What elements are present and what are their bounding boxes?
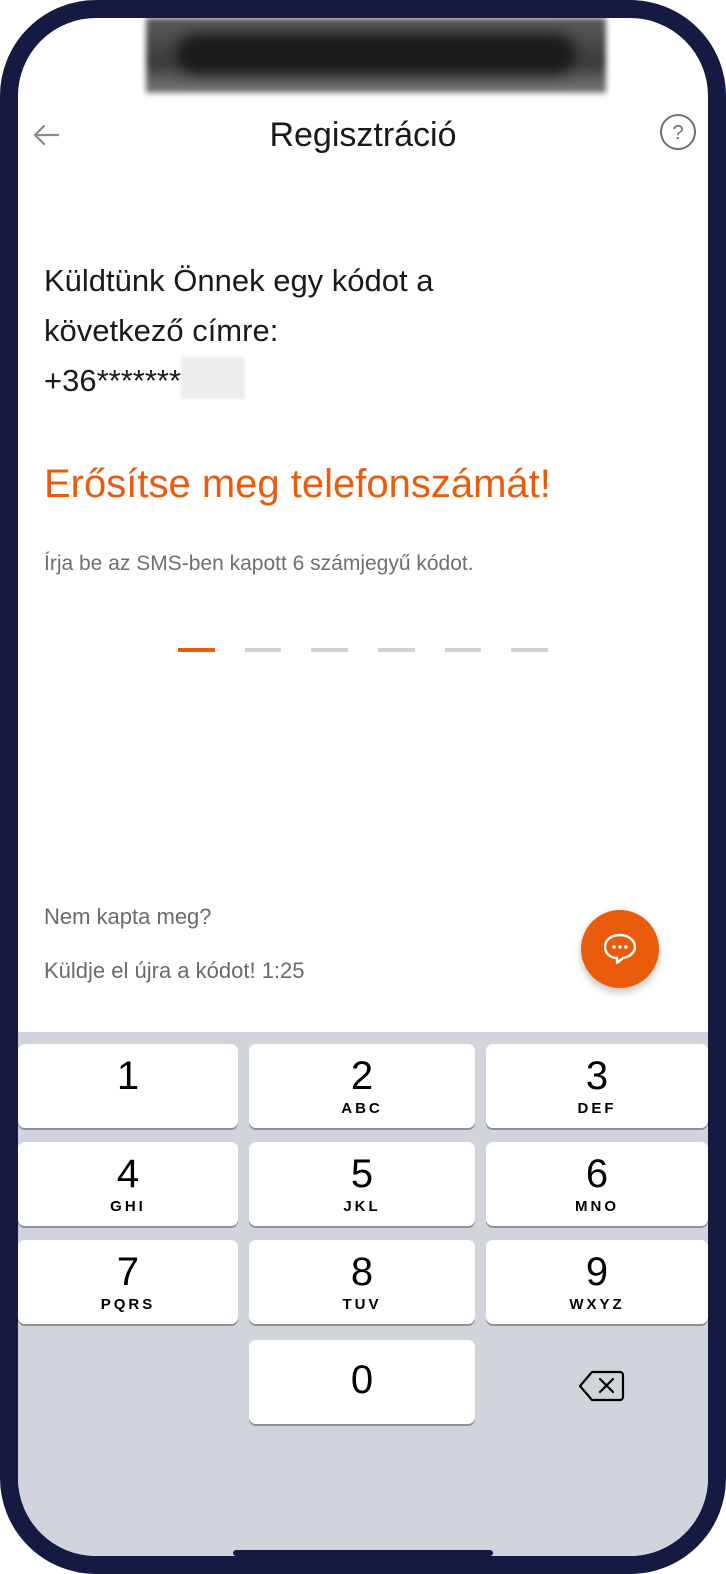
- sent-code-message: Küldtünk Önnek egy kódot a következő cím…: [44, 256, 564, 406]
- question-circle-icon[interactable]: ?: [658, 112, 698, 152]
- otp-input[interactable]: [178, 646, 549, 656]
- resend-code-link[interactable]: Küldje el újra a kódot! 1:25: [44, 958, 305, 984]
- message-line-1: Küldtünk Önnek egy kódot a: [44, 263, 434, 298]
- numeric-keypad: 1 2 ABC 3 DEF 4 GHI 5 JKL 6 MNO 7 PQRS 8…: [18, 1032, 708, 1556]
- otp-slot-2[interactable]: [244, 648, 282, 652]
- svg-text:?: ?: [672, 122, 683, 144]
- key-9[interactable]: 9 WXYZ: [486, 1240, 708, 1324]
- otp-slot-6[interactable]: [511, 648, 549, 652]
- key-4[interactable]: 4 GHI: [18, 1142, 238, 1226]
- app-header: Regisztráció ?: [18, 108, 708, 168]
- redacted-digits: [181, 357, 246, 399]
- not-received-text: Nem kapta meg?: [44, 904, 212, 929]
- key-3[interactable]: 3 DEF: [486, 1044, 708, 1128]
- key-7[interactable]: 7 PQRS: [18, 1240, 238, 1324]
- instruction-text: Írja be az SMS-ben kapott 6 számjegyű kó…: [44, 552, 474, 575]
- chat-button[interactable]: [581, 910, 659, 988]
- masked-phone-number: +36*******: [44, 363, 182, 398]
- otp-slot-4[interactable]: [378, 648, 415, 652]
- home-indicator: [233, 1550, 493, 1556]
- screen: Regisztráció ? Küldtünk Önnek egy kódot …: [18, 18, 708, 1556]
- key-0[interactable]: 0: [249, 1340, 475, 1424]
- status-bar-redacted: [146, 18, 606, 93]
- otp-slot-3[interactable]: [311, 648, 349, 652]
- chat-bubble-icon: [603, 933, 637, 965]
- otp-slot-5[interactable]: [444, 648, 482, 652]
- key-8[interactable]: 8 TUV: [249, 1240, 475, 1324]
- verify-headline: Erősítse meg telefonszámát!: [44, 462, 551, 506]
- key-1[interactable]: 1: [18, 1044, 238, 1128]
- message-line-2: következő címre:: [44, 313, 279, 348]
- phone-frame: Regisztráció ? Küldtünk Önnek egy kódot …: [0, 0, 726, 1574]
- key-2[interactable]: 2 ABC: [249, 1044, 475, 1128]
- page-title: Regisztráció: [269, 116, 457, 154]
- key-6[interactable]: 6 MNO: [486, 1142, 708, 1226]
- otp-slot-1[interactable]: [178, 648, 215, 652]
- backspace-icon[interactable]: [576, 1366, 628, 1406]
- key-5[interactable]: 5 JKL: [249, 1142, 475, 1226]
